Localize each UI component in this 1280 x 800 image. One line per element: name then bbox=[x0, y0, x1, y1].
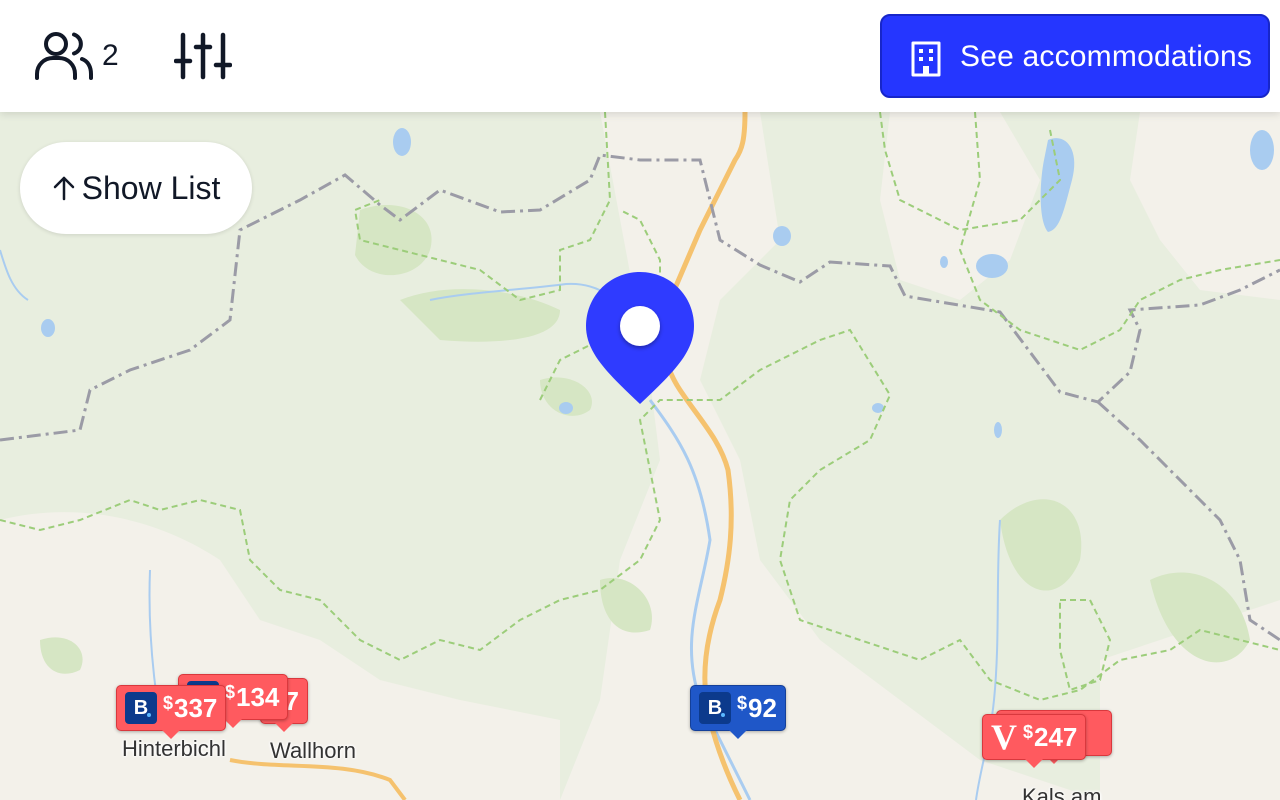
booking-logo-icon: B bbox=[699, 692, 731, 724]
map-pin-icon[interactable] bbox=[584, 272, 696, 406]
place-label-kals-am: Kals am bbox=[1022, 784, 1102, 800]
sliders-icon bbox=[174, 32, 232, 80]
guests-count: 2 bbox=[102, 39, 119, 72]
building-icon bbox=[911, 41, 941, 77]
place-label-hinterbichl: Hinterbichl bbox=[122, 736, 226, 761]
top-bar: 2 See accommodations bbox=[0, 0, 1280, 112]
marker-price: $92 bbox=[737, 692, 777, 723]
show-list-button[interactable]: Show List bbox=[20, 142, 252, 234]
place-label-wallhorn: Wallhorn bbox=[270, 738, 356, 763]
users-icon bbox=[35, 32, 93, 80]
marker-price: $134 bbox=[225, 681, 280, 712]
filters-button[interactable] bbox=[172, 28, 234, 84]
marker-price: $247 bbox=[1023, 721, 1078, 752]
price-marker[interactable]: V $247 bbox=[982, 714, 1087, 768]
vrbo-logo-icon: V bbox=[991, 717, 1017, 757]
price-marker[interactable]: B $337 bbox=[116, 685, 227, 739]
see-accommodations-button[interactable]: See accommodations bbox=[880, 14, 1270, 98]
see-accommodations-label: See accommodations bbox=[960, 40, 1253, 73]
booking-logo-icon: B bbox=[125, 692, 157, 724]
show-list-label: Show List bbox=[81, 169, 221, 206]
arrow-up-icon bbox=[53, 176, 74, 201]
guests-selector[interactable]: 2 bbox=[34, 28, 119, 84]
marker-price: $337 bbox=[163, 692, 218, 723]
price-marker[interactable]: B $92 bbox=[690, 685, 786, 739]
